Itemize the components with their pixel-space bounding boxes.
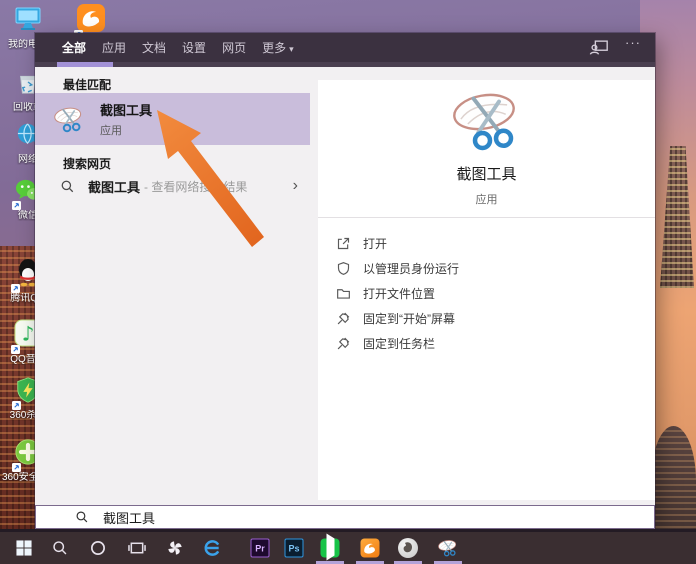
tab-apps[interactable]: 应用: [102, 39, 126, 56]
result-subtitle: 应用: [100, 122, 152, 138]
tab-all[interactable]: 全部: [62, 39, 86, 56]
account-icon[interactable]: [589, 39, 609, 56]
search-icon: [52, 540, 69, 557]
search-icon: [60, 179, 75, 194]
premiere-icon: Pr: [251, 539, 270, 558]
results-panel: 最佳匹配 截图工具 应用 搜索网页 截图工具 - 查看网络搜索结果 ›: [35, 67, 310, 505]
shortcut-arrow-icon: [11, 284, 20, 293]
photoshop-icon: Ps: [285, 539, 304, 558]
cortana-button[interactable]: [90, 540, 107, 557]
open-icon: [336, 236, 351, 251]
search-filter-bar: 全部 应用 文档 设置 网页 更多▾ ···: [35, 33, 655, 62]
app-card: 截图工具 应用: [318, 80, 655, 218]
pinwheel-icon: [166, 539, 185, 558]
task-view-button[interactable]: [128, 540, 147, 557]
tab-settings[interactable]: 设置: [182, 39, 206, 56]
cortana-circle-icon: [90, 540, 107, 557]
snipping-tool-icon: [52, 105, 86, 134]
shortcut-arrow-icon: [12, 201, 21, 210]
search-box: [35, 505, 655, 529]
chevron-right-icon: ›: [293, 178, 298, 194]
shortcut-arrow-icon: [11, 345, 20, 354]
taskbar-360-browser[interactable]: [166, 539, 185, 558]
screen: 我的电脑 回收站 网络 微信 腾讯QQ QQ音乐 360杀毒 360安全卫士: [0, 0, 696, 564]
web-query-hint: - 查看网络搜索结果: [144, 178, 247, 195]
result-title: 截图工具: [100, 100, 152, 119]
action-open-file-location[interactable]: 打开文件位置: [318, 281, 655, 306]
folder-icon: [336, 286, 351, 301]
taskbar-photoshop[interactable]: Ps: [285, 539, 304, 558]
snipping-tool-icon-large: [443, 88, 531, 154]
round-app-icon: [398, 538, 418, 558]
action-pin-to-start[interactable]: 固定到“开始”屏幕: [318, 306, 655, 331]
snipping-tool-icon: [437, 539, 460, 558]
tab-web[interactable]: 网页: [222, 39, 246, 56]
uc-browser-icon: [361, 539, 380, 558]
search-flyout: 全部 应用 文档 设置 网页 更多▾ ··· 最佳匹配 截图工具 应用: [35, 33, 655, 529]
windows-logo-icon: [16, 540, 33, 557]
search-results: 最佳匹配 截图工具 应用 搜索网页 截图工具 - 查看网络搜索结果 ›: [35, 67, 655, 505]
taskbar-iqiyi[interactable]: [321, 539, 340, 558]
search-icon: [75, 510, 89, 524]
chevron-down-icon: ▾: [289, 44, 294, 54]
taskbar-media-app[interactable]: [398, 538, 418, 558]
shield-icon: [336, 261, 351, 276]
pin-icon: [336, 311, 351, 326]
preview-panel: 截图工具 应用 打开 以管理员身份运行 打开文件位置: [318, 80, 655, 500]
app-subtitle: 应用: [318, 191, 655, 207]
taskbar-snipping-tool[interactable]: [437, 539, 460, 558]
web-query: 截图工具: [88, 177, 140, 196]
web-search-result[interactable]: 截图工具 - 查看网络搜索结果 ›: [35, 171, 310, 201]
action-run-as-admin[interactable]: 以管理员身份运行: [318, 256, 655, 281]
taskbar: Pr Ps: [0, 532, 696, 564]
shortcut-arrow-icon: [12, 463, 21, 472]
taskbar-search-button[interactable]: [52, 540, 69, 557]
task-view-icon: [128, 540, 147, 557]
best-match-header: 最佳匹配: [63, 76, 111, 93]
action-pin-to-taskbar[interactable]: 固定到任务栏: [318, 331, 655, 356]
action-open[interactable]: 打开: [318, 231, 655, 256]
taskbar-premiere[interactable]: Pr: [251, 539, 270, 558]
search-input[interactable]: [101, 509, 654, 526]
taskbar-uc-browser[interactable]: [361, 539, 380, 558]
app-actions: 打开 以管理员身份运行 打开文件位置 固定到“开始”屏幕: [318, 218, 655, 356]
shortcut-arrow-icon: [12, 401, 21, 410]
taskbar-internet-explorer[interactable]: [203, 539, 222, 558]
ellipsis-icon[interactable]: ···: [625, 35, 641, 50]
app-title: 截图工具: [318, 163, 655, 184]
pin-icon: [336, 336, 351, 351]
tab-more[interactable]: 更多▾: [262, 39, 294, 56]
best-match-result-snipping-tool[interactable]: 截图工具 应用: [35, 93, 310, 145]
web-search-header: 搜索网页: [63, 155, 111, 172]
start-button[interactable]: [16, 540, 33, 557]
ie-icon: [203, 539, 222, 558]
tab-documents[interactable]: 文档: [142, 39, 166, 56]
iqiyi-icon: [321, 539, 340, 558]
